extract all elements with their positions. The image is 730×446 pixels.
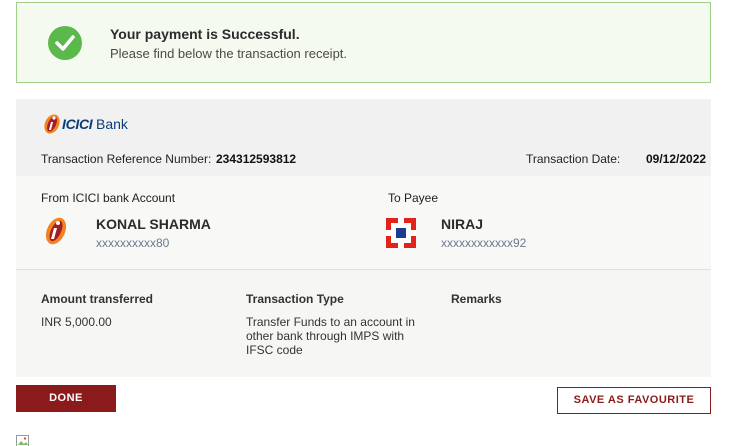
transaction-date-value: 09/12/2022 — [646, 152, 707, 166]
bank-logo-suffix: Bank — [95, 116, 128, 132]
from-account-label: From ICICI bank Account — [41, 191, 176, 205]
amount-value: INR 5,000.00 — [41, 315, 112, 329]
save-as-favourite-button[interactable]: SAVE AS FAVOURITE — [557, 387, 711, 414]
bank-logo-text: ICICI Bank — [62, 116, 128, 132]
icici-small-logo-icon — [41, 216, 71, 251]
payee-account-number: xxxxxxxxxxxx92 — [441, 236, 527, 250]
broken-image-icon — [16, 434, 32, 446]
hdfc-bank-logo-icon — [386, 218, 416, 253]
bank-logo-name: ICICI — [62, 116, 93, 132]
transfer-parties: From ICICI bank Account KONAL SHARMA xxx… — [16, 176, 711, 270]
amount-label: Amount transferred — [41, 292, 154, 306]
to-payee-label: To Payee — [388, 191, 439, 205]
from-account-number: xxxxxxxxxx80 — [96, 236, 170, 250]
check-circle-icon — [48, 26, 82, 60]
done-button[interactable]: DONE — [16, 385, 116, 412]
transaction-details: Amount transferred INR 5,000.00 Transact… — [16, 271, 711, 377]
payee-name: NIRAJ — [441, 216, 484, 232]
reference-number-value: 234312593812 — [216, 152, 297, 166]
transaction-receipt: ICICI Bank Transaction Reference Number:… — [16, 99, 711, 377]
transaction-type-value: Transfer Funds to an account in other ba… — [246, 315, 415, 357]
icici-bank-logo: ICICI Bank — [42, 112, 128, 136]
reference-number-label: Transaction Reference Number: — [41, 152, 212, 166]
remarks-label: Remarks — [451, 292, 502, 306]
success-banner: Your payment is Successful. Please find … — [16, 2, 711, 83]
transaction-type-label: Transaction Type — [246, 292, 344, 306]
success-subtitle: Please find below the transaction receip… — [110, 46, 348, 61]
from-account-name: KONAL SHARMA — [96, 216, 211, 232]
receipt-header: ICICI Bank Transaction Reference Number:… — [16, 99, 711, 176]
icici-logo-icon — [44, 114, 60, 134]
success-title: Your payment is Successful. — [110, 26, 300, 42]
transaction-date-label: Transaction Date: — [526, 152, 621, 166]
